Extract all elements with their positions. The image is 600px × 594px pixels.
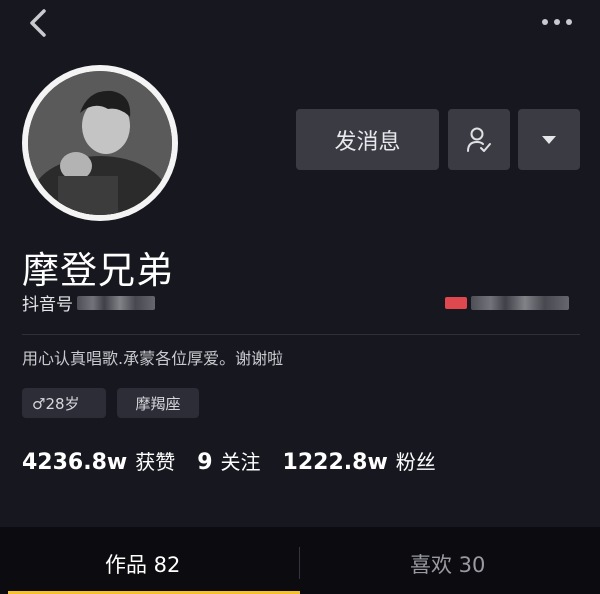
tab-bar: 作品 82 喜欢 30	[0, 527, 600, 594]
send-message-label: 发消息	[334, 129, 401, 155]
stats-row: 4236.8w 获赞 9 关注 1222.8w 粉丝	[22, 446, 458, 475]
more-dot	[566, 19, 572, 25]
stat-likes-label: 获赞	[135, 450, 176, 474]
stat-followers-value: 1222.8w	[282, 450, 388, 475]
followed-button[interactable]	[448, 109, 510, 170]
user-check-icon	[467, 127, 491, 152]
stat-following-value: 9	[197, 450, 213, 475]
stat-followers-label: 粉丝	[395, 450, 436, 474]
stat-likes-value: 4236.8w	[22, 450, 128, 475]
stat-likes: 4236.8w 获赞	[22, 446, 175, 475]
stat-following-label: 关注	[220, 450, 261, 474]
stat-following[interactable]: 9 关注	[197, 446, 260, 475]
profile-bio: 用心认真唱歌.承蒙各位厚爱。谢谢啦	[22, 349, 284, 368]
back-button[interactable]	[24, 8, 54, 38]
douyin-id-label: 抖音号	[22, 295, 73, 315]
tag-zodiac: 摩羯座	[117, 388, 199, 418]
chevron-left-icon	[30, 9, 46, 37]
profile-page: 发消息 摩登兄弟 抖音号 用心认真唱歌.承蒙各位厚爱。谢谢啦 ♂28岁 摩羯座 …	[0, 0, 600, 594]
red-chip	[445, 297, 467, 309]
caret-down-icon	[542, 135, 556, 144]
redacted-info	[445, 296, 569, 310]
avatar-photo	[28, 71, 172, 215]
douyin-id-row: 抖音号	[22, 290, 155, 315]
send-message-button[interactable]: 发消息	[296, 109, 439, 170]
more-button[interactable]	[542, 12, 582, 32]
avatar-image	[28, 71, 172, 215]
douyin-id-redacted	[77, 295, 155, 310]
more-dot	[554, 19, 560, 25]
avatar[interactable]	[22, 65, 178, 221]
redacted-text	[471, 296, 569, 310]
more-dot	[542, 19, 548, 25]
profile-nickname: 摩登兄弟	[22, 249, 174, 292]
tab-works[interactable]: 作品 82	[105, 549, 180, 579]
recommend-dropdown-button[interactable]	[518, 109, 580, 170]
tab-divider	[299, 547, 300, 579]
divider	[22, 334, 580, 335]
stat-followers[interactable]: 1222.8w 粉丝	[283, 446, 436, 475]
tab-likes[interactable]: 喜欢 30	[410, 549, 485, 579]
tag-gender-age: ♂28岁	[22, 388, 106, 418]
